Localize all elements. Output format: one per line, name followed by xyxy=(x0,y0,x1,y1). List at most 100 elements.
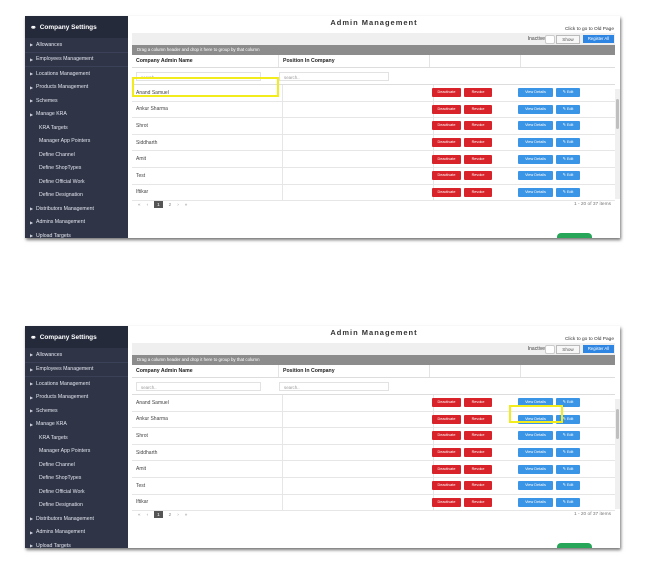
inactive-toggle[interactable] xyxy=(545,35,555,44)
revoke-button[interactable]: Revoke xyxy=(464,398,492,408)
column-header-position[interactable]: Position In Company xyxy=(279,55,430,67)
sidebar-item-manager-app-pointers[interactable]: Manager App Pointers xyxy=(25,135,128,149)
view-details-button[interactable]: View Details xyxy=(518,448,553,458)
revoke-button[interactable]: Revoke xyxy=(464,431,492,441)
scrollbar-thumb[interactable] xyxy=(616,99,619,129)
revoke-button[interactable]: Revoke xyxy=(464,481,492,491)
sidebar-item-schemes[interactable]: ▶ Schemes xyxy=(25,94,128,108)
deactivate-button[interactable]: Deactivate xyxy=(432,154,461,164)
pager-last-button[interactable]: » xyxy=(185,202,188,207)
pager-first-button[interactable]: « xyxy=(138,202,141,207)
register-all-button[interactable]: Register All xyxy=(583,35,614,43)
position-filter-input[interactable]: search.. xyxy=(279,381,389,391)
sidebar-item-allowances[interactable]: ▶ Allowances xyxy=(25,348,128,363)
view-details-button[interactable]: View Details xyxy=(518,481,553,491)
sidebar-item-distributors-management[interactable]: ▶ Distributors Management xyxy=(25,512,128,526)
deactivate-button[interactable]: Deactivate xyxy=(432,121,461,131)
edit-button[interactable]: ✎ Edit xyxy=(556,88,580,98)
sidebar-item-kra-targets[interactable]: KRA Targets xyxy=(25,121,128,135)
sidebar-item-schemes[interactable]: ▶ Schemes xyxy=(25,404,128,418)
revoke-button[interactable]: Revoke xyxy=(464,448,492,458)
sidebar-item-upload-targets[interactable]: ▶ Upload Targets xyxy=(25,229,128,238)
pager-page-1[interactable]: 1 xyxy=(154,510,163,518)
edit-button[interactable]: ✎ Edit xyxy=(556,481,580,491)
sidebar-item-allowances[interactable]: ▶ Allowances xyxy=(25,38,128,53)
admin-name-filter-input[interactable]: search.. xyxy=(136,381,261,391)
pager-page-2[interactable]: 2 xyxy=(169,202,172,207)
deactivate-button[interactable]: Deactivate xyxy=(432,171,461,181)
deactivate-button[interactable]: Deactivate xyxy=(432,448,461,458)
column-header-position[interactable]: Position In Company xyxy=(279,365,430,377)
floating-green-button[interactable] xyxy=(557,233,592,238)
sidebar-item-manage-kra[interactable]: ▶ Manage KRA xyxy=(25,418,128,432)
sidebar-item-define-official-work[interactable]: Define Official Work xyxy=(25,175,128,189)
view-details-button[interactable]: View Details xyxy=(518,104,553,114)
register-all-button[interactable]: Register All xyxy=(583,345,614,353)
revoke-button[interactable]: Revoke xyxy=(464,414,492,424)
sidebar-item-kra-targets[interactable]: KRA Targets xyxy=(25,431,128,445)
sidebar-item-products-management[interactable]: ▶ Products Management xyxy=(25,81,128,95)
edit-button[interactable]: ✎ Edit xyxy=(556,104,580,114)
sidebar-item-define-channel[interactable]: Define Channel xyxy=(25,148,128,162)
group-by-drop-zone[interactable]: Drag a column header and drop it here to… xyxy=(132,355,615,365)
column-header-admin-name[interactable]: Company Admin Name xyxy=(132,365,279,377)
edit-button[interactable]: ✎ Edit xyxy=(556,171,580,181)
pager-next-button[interactable]: › xyxy=(177,512,179,517)
grid-scrollbar[interactable] xyxy=(615,399,620,509)
deactivate-button[interactable]: Deactivate xyxy=(432,481,461,491)
pager-next-button[interactable]: › xyxy=(177,202,179,207)
old-page-link[interactable]: Click to go to Old Page xyxy=(565,27,614,32)
sidebar-item-locations-management[interactable]: ▶ Locations Management xyxy=(25,377,128,391)
view-details-button[interactable]: View Details xyxy=(518,464,553,474)
scrollbar-thumb[interactable] xyxy=(616,409,619,439)
inactive-toggle[interactable] xyxy=(545,345,555,354)
edit-button[interactable]: ✎ Edit xyxy=(556,121,580,131)
revoke-button[interactable]: Revoke xyxy=(464,154,492,164)
sidebar-item-locations-management[interactable]: ▶ Locations Management xyxy=(25,67,128,81)
revoke-button[interactable]: Revoke xyxy=(464,104,492,114)
grid-scrollbar[interactable] xyxy=(615,89,620,199)
view-details-button[interactable]: View Details xyxy=(518,121,553,131)
view-details-button[interactable]: View Details xyxy=(518,138,553,148)
pager-first-button[interactable]: « xyxy=(138,512,141,517)
deactivate-button[interactable]: Deactivate xyxy=(432,88,461,98)
sidebar-item-manager-app-pointers[interactable]: Manager App Pointers xyxy=(25,445,128,459)
pager-last-button[interactable]: » xyxy=(185,512,188,517)
edit-button[interactable]: ✎ Edit xyxy=(556,154,580,164)
sidebar-item-products-management[interactable]: ▶ Products Management xyxy=(25,391,128,405)
revoke-button[interactable]: Revoke xyxy=(464,138,492,148)
deactivate-button[interactable]: Deactivate xyxy=(432,398,461,408)
sidebar-item-define-designation[interactable]: Define Designation xyxy=(25,189,128,203)
deactivate-button[interactable]: Deactivate xyxy=(432,431,461,441)
sidebar-item-distributors-management[interactable]: ▶ Distributors Management xyxy=(25,202,128,216)
deactivate-button[interactable]: Deactivate xyxy=(432,104,461,114)
sidebar-item-upload-targets[interactable]: ▶ Upload Targets xyxy=(25,539,128,548)
deactivate-button[interactable]: Deactivate xyxy=(432,414,461,424)
view-details-button[interactable]: View Details xyxy=(518,431,553,441)
edit-button[interactable]: ✎ Edit xyxy=(556,448,580,458)
revoke-button[interactable]: Revoke xyxy=(464,464,492,474)
revoke-button[interactable]: Revoke xyxy=(464,121,492,131)
sidebar-item-employees-management[interactable]: ▶ Employees Management xyxy=(25,363,128,377)
pager-prev-button[interactable]: ‹ xyxy=(147,202,149,207)
floating-green-button[interactable] xyxy=(557,543,592,548)
sidebar-item-define-shoptypes[interactable]: Define ShopTypes xyxy=(25,162,128,176)
edit-button[interactable]: ✎ Edit xyxy=(556,431,580,441)
edit-button[interactable]: ✎ Edit xyxy=(556,138,580,148)
show-button[interactable]: Show xyxy=(556,35,580,44)
sidebar-item-manage-kra[interactable]: ▶ Manage KRA xyxy=(25,108,128,122)
revoke-button[interactable]: Revoke xyxy=(464,88,492,98)
group-by-drop-zone[interactable]: Drag a column header and drop it here to… xyxy=(132,45,615,55)
sidebar-item-define-shoptypes[interactable]: Define ShopTypes xyxy=(25,472,128,486)
sidebar-item-define-official-work[interactable]: Define Official Work xyxy=(25,485,128,499)
view-details-button[interactable]: View Details xyxy=(518,88,553,98)
deactivate-button[interactable]: Deactivate xyxy=(432,464,461,474)
pager-page-2[interactable]: 2 xyxy=(169,512,172,517)
edit-button[interactable]: ✎ Edit xyxy=(556,464,580,474)
pager-page-1[interactable]: 1 xyxy=(154,200,163,208)
view-details-button[interactable]: View Details xyxy=(518,154,553,164)
sidebar-item-admins-management[interactable]: ▶ Admins Management xyxy=(25,526,128,540)
sidebar-item-define-designation[interactable]: Define Designation xyxy=(25,499,128,513)
sidebar-item-employees-management[interactable]: ▶ Employees Management xyxy=(25,53,128,67)
old-page-link[interactable]: Click to go to Old Page xyxy=(565,337,614,342)
